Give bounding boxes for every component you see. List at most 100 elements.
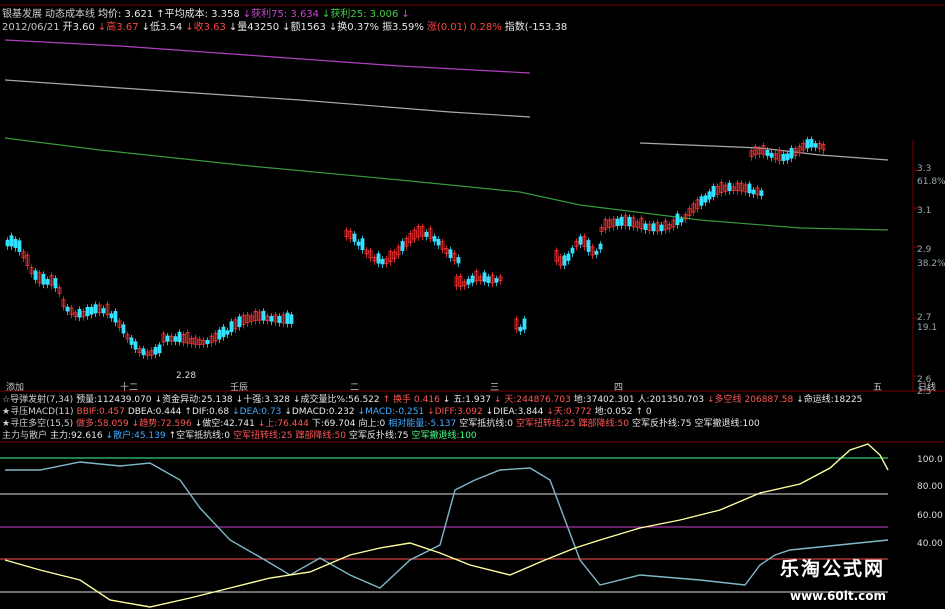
candle-body bbox=[269, 316, 274, 322]
candle-body bbox=[101, 308, 106, 314]
indicator-line-macd: ★寻压MACD(11) BBIF:0.457 DBEA:0.444 ↑DIF:0.68… bbox=[2, 406, 655, 418]
header2-field-0: 2012/06/21 bbox=[2, 22, 60, 33]
header2-field-7: ↓换0.37% bbox=[328, 22, 380, 33]
ind3-field-1: 做多:58.059 bbox=[76, 419, 129, 429]
ind3-field-5: 下:69.704 bbox=[311, 419, 356, 429]
kline-chart-canvas[interactable] bbox=[0, 0, 945, 609]
candle-body bbox=[221, 326, 226, 338]
candle-body bbox=[85, 306, 90, 317]
ind1-field-11: ↓多空线 bbox=[706, 395, 742, 405]
candle-body bbox=[89, 306, 94, 315]
ind4-field-2: ↓散户:45.139 bbox=[105, 431, 166, 441]
candle-body bbox=[436, 239, 441, 246]
month-label: 十二 bbox=[120, 383, 139, 393]
ind3-field-0: ★寻庄多空(15,5) bbox=[2, 419, 74, 429]
ind3-field-3: ↓做空:42.741 bbox=[194, 419, 255, 429]
candle-body bbox=[598, 243, 603, 250]
candle-body bbox=[805, 139, 810, 149]
indicator-line-missile: ☆导弹发射(7,34) 预量:112439.070 ↓资金异动:25.138 ↓十强:… bbox=[2, 394, 865, 406]
candle-body bbox=[13, 238, 18, 248]
candle-body bbox=[586, 240, 591, 252]
candle-body bbox=[785, 153, 790, 161]
candle-body bbox=[679, 218, 684, 223]
candle-body bbox=[765, 150, 770, 156]
candle-body bbox=[578, 236, 583, 245]
candle-body bbox=[129, 337, 134, 345]
ind2-field-7: ↓DIFF:3.092 bbox=[427, 407, 483, 417]
ind4-field-3: ↑空军抵抗线:0 bbox=[168, 431, 230, 441]
month-label: 四 bbox=[614, 383, 624, 393]
oscillator-axis-label: 100.0 bbox=[917, 455, 943, 465]
candle-body bbox=[289, 314, 294, 324]
price-axis-label: 3.1 bbox=[917, 206, 932, 216]
ind2-field-1: BBIF:0.457 bbox=[76, 407, 125, 417]
month-label: 五 bbox=[873, 383, 883, 393]
candle-body bbox=[594, 250, 599, 255]
header1-field-5: ↓获利25: 3.006 bbox=[322, 9, 399, 20]
ind3-field-10: 蹿部降线:50 bbox=[578, 419, 630, 429]
ind2-field-5: ↓DMACD:0.232 bbox=[284, 407, 355, 417]
candle-body bbox=[781, 153, 786, 162]
ind3-field-4: ↓上:76.444 bbox=[257, 419, 309, 429]
candle-body bbox=[33, 270, 38, 280]
candle-body bbox=[225, 330, 230, 335]
header2-field-11: 指数(-153.38 bbox=[504, 22, 568, 33]
candle-body bbox=[173, 336, 178, 342]
price-axis-label: 3.3 bbox=[917, 164, 932, 174]
candle-body bbox=[747, 183, 752, 194]
header2-field-8: 振3.59% bbox=[382, 22, 424, 33]
ind1-field-13: ↓命运线:18225 bbox=[796, 395, 863, 405]
candle-body bbox=[643, 223, 648, 231]
candle-body bbox=[615, 218, 620, 226]
month-label: 壬辰 bbox=[230, 383, 249, 393]
header2-field-10: 0.28% bbox=[469, 22, 502, 33]
ind1-field-2: ↓资金异动:25.138 bbox=[154, 395, 233, 405]
header1-field-0: 银基发展 bbox=[2, 9, 42, 20]
candle-body bbox=[769, 152, 774, 158]
candle-body bbox=[109, 313, 114, 319]
ind1-field-12: 206887.58 bbox=[744, 395, 794, 405]
indicator-line-longshort: ★寻庄多空(15,5) 做多:58.059 ↓趋势:72.596 ↓做空:42.741… bbox=[2, 418, 763, 430]
candle-body bbox=[707, 191, 712, 200]
cost-line-avg bbox=[4, 79, 531, 118]
candle-body bbox=[45, 279, 50, 285]
ind2-field-9: ↓天:0.772 bbox=[546, 407, 592, 417]
ind2-field-3: ↑DIF:0.68 bbox=[184, 407, 230, 417]
ind3-field-8: 空军抵抗线:0 bbox=[459, 419, 514, 429]
header2-field-2: ↓高3.67 bbox=[97, 22, 139, 33]
ind2-field-8: ↓DIEA:3.844 bbox=[485, 407, 544, 417]
candle-body bbox=[41, 273, 46, 285]
candle-body bbox=[93, 304, 98, 314]
month-label: 三 bbox=[490, 383, 500, 393]
ind4-field-6: 空军反扑线:75 bbox=[348, 431, 409, 441]
ind3-field-2: ↓趋势:72.596 bbox=[131, 419, 192, 429]
ind3-field-11: 空军反扑线:75 bbox=[632, 419, 692, 429]
candle-body bbox=[65, 306, 70, 312]
stock-header-line2: 2012/06/21 开3.60 ↓高3.67 ↓低3.54 ↓收3.63 ↓量43250… bbox=[2, 22, 570, 34]
price-axis-label: 38.2% bbox=[917, 259, 945, 269]
stock-header-line1: 银基发展 动态成本线 均价: 3.621 ↑平均成本: 3.358 ↓获利75: 3.6… bbox=[2, 9, 413, 21]
oscillator-axis-label: 80.00 bbox=[917, 482, 943, 492]
candle-body bbox=[456, 257, 461, 264]
candle-body bbox=[376, 253, 381, 264]
ind2-field-10: 地:0.052 bbox=[594, 407, 633, 417]
candle-body bbox=[486, 276, 491, 283]
price-axis-label: 61.8% bbox=[917, 177, 945, 187]
indicator-line-mainforce: 主力与散户 主力:92.616 ↓散户:45.139 ↑空军抵抗线:0 空军扭转线:25… bbox=[2, 430, 480, 442]
price-axis-label: 19.1 bbox=[917, 323, 938, 333]
header2-field-9: 涨(0.01) bbox=[426, 22, 467, 33]
candle-body bbox=[789, 147, 794, 159]
candle-body bbox=[53, 278, 58, 289]
cost-line-75 bbox=[4, 39, 531, 74]
candle-body bbox=[432, 236, 437, 242]
candle-body bbox=[352, 233, 357, 242]
candle-body bbox=[285, 312, 290, 324]
candle-body bbox=[659, 224, 664, 232]
candle-body bbox=[619, 216, 624, 226]
candle-body bbox=[522, 318, 527, 330]
candle-body bbox=[759, 190, 764, 196]
ind2-field-6: ↓MACD:-0.251 bbox=[357, 407, 425, 417]
ind2-field-11: ↑ 0 bbox=[635, 407, 652, 417]
header1-field-6: ↓ bbox=[401, 9, 410, 20]
oscillator-axis-label: 40.00 bbox=[917, 539, 943, 549]
